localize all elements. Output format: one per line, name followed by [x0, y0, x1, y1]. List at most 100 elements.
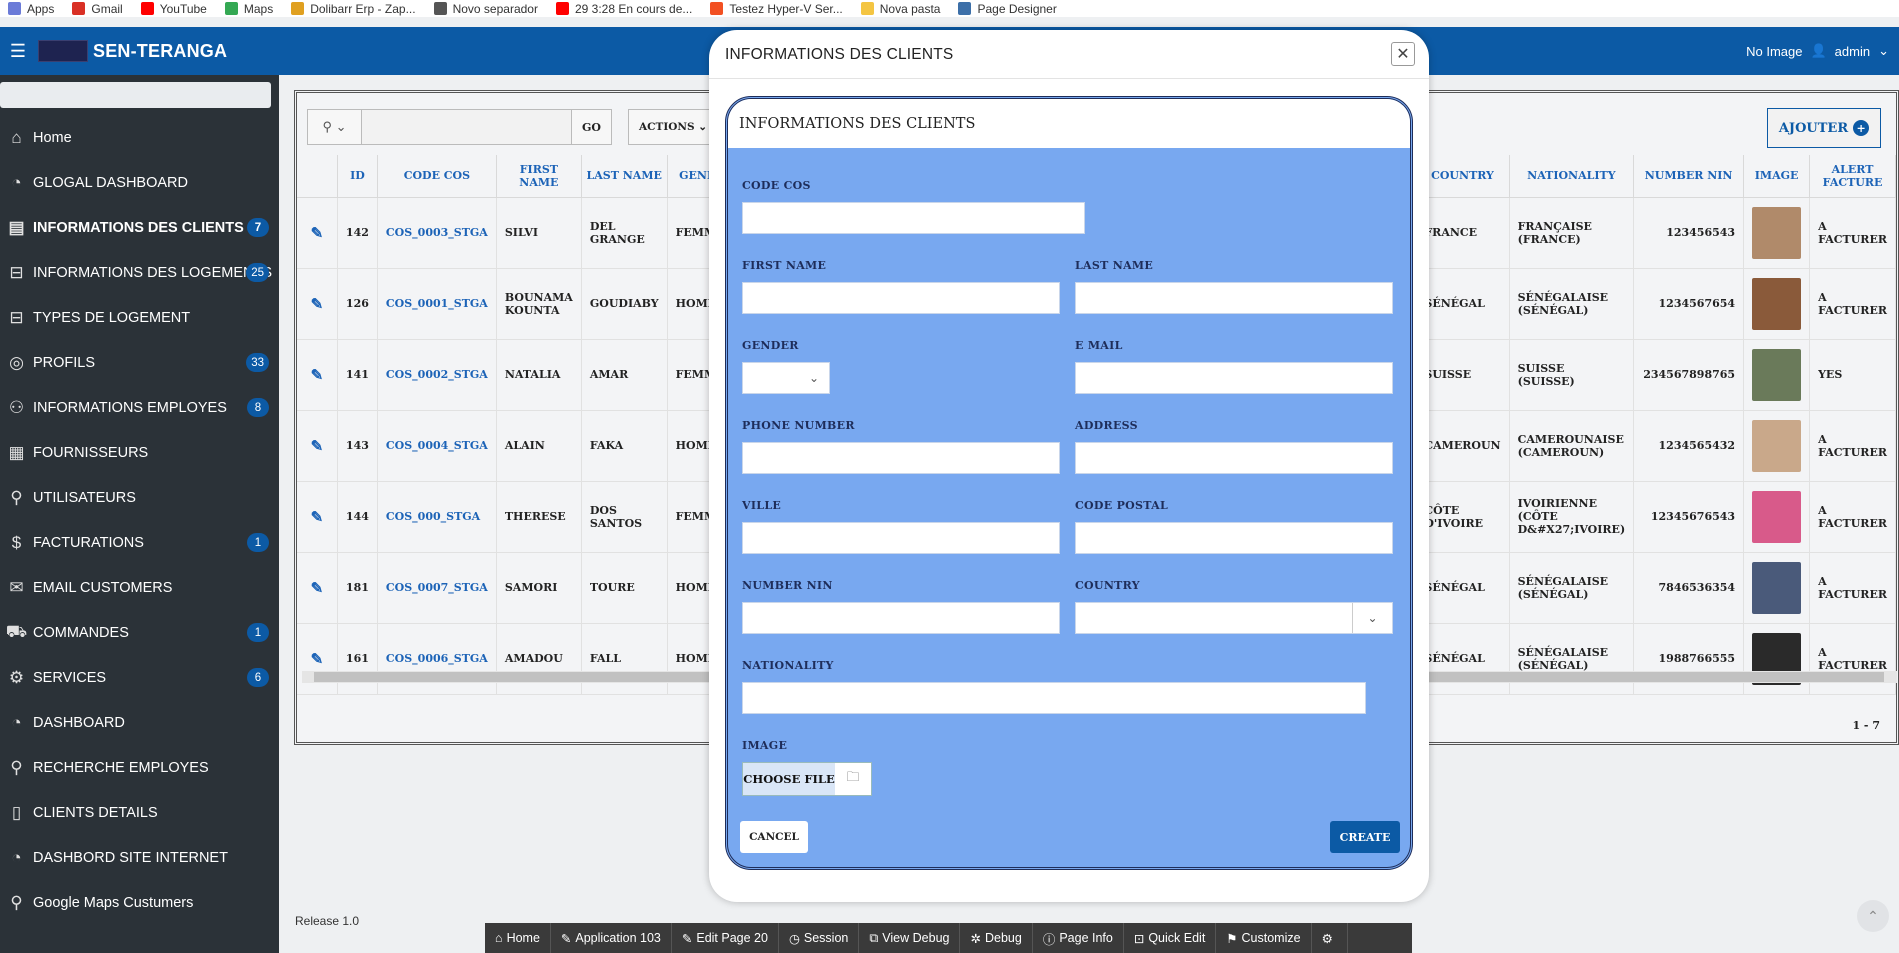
app-title[interactable]: SEN-TERANGA: [93, 41, 227, 62]
search-icon[interactable]: ⚲ ⌄: [307, 109, 362, 145]
sidebar-item-2[interactable]: ▤ INFORMATIONS DES CLIENTS 7: [0, 205, 279, 250]
devbar-item-3[interactable]: ◷ Session: [779, 923, 860, 953]
sidebar-search-input[interactable]: [0, 82, 271, 108]
last-name-input[interactable]: [1075, 282, 1393, 314]
nationality-input[interactable]: [742, 682, 1366, 714]
devbar-item-6[interactable]: ⓘ Page Info: [1033, 923, 1124, 953]
bookmark-0[interactable]: Apps: [8, 2, 54, 16]
cell-code-cos[interactable]: COS_0006_STGA: [377, 623, 497, 695]
cell-last-name: AMAR: [581, 339, 668, 411]
sidebar-item-3[interactable]: ⊟ INFORMATIONS DES LOGEMENTS 25: [0, 250, 279, 295]
cell-code-cos[interactable]: COS_0002_STGA: [377, 339, 497, 411]
close-icon[interactable]: ✕: [1391, 42, 1415, 66]
sidebar-item-9[interactable]: $ FACTURATIONS 1: [0, 520, 279, 565]
sidebar-item-0[interactable]: ⌂ Home: [0, 115, 279, 160]
bookmark-7[interactable]: Testez Hyper-V Ser...: [710, 2, 843, 16]
cell-image: [1743, 410, 1811, 482]
number-nin-input[interactable]: [742, 602, 1060, 634]
devbar-item-2[interactable]: ✎ Edit Page 20: [672, 923, 779, 953]
devbar-item-7[interactable]: ⊡ Quick Edit: [1124, 923, 1217, 953]
sidebar-item-8[interactable]: ⚲ UTILISATEURS: [0, 475, 279, 520]
email-input[interactable]: [1075, 362, 1393, 394]
cell-id: 161: [337, 623, 378, 695]
sidebar-item-17[interactable]: ⚲ Google Maps Custumers: [0, 880, 279, 925]
phone-input[interactable]: [742, 442, 1060, 474]
address-label: ADDRESS: [1075, 419, 1138, 432]
bookmark-5[interactable]: Novo separador: [433, 2, 538, 16]
sidebar-item-4[interactable]: ⊟ TYPES DE LOGEMENT: [0, 295, 279, 340]
edit-icon[interactable]: ✎: [297, 623, 338, 695]
edit-icon[interactable]: ✎: [297, 197, 338, 269]
bookmark-label: Maps: [243, 1, 274, 16]
add-button[interactable]: AJOUTER +: [1767, 108, 1881, 148]
sidebar-item-1[interactable]: ◔ GLOGAL DASHBOARD: [0, 160, 279, 205]
sidebar-item-7[interactable]: ▦ FOURNISSEURS: [0, 430, 279, 475]
hamburger-menu-icon[interactable]: ☰: [0, 27, 36, 75]
sidebar-item-10[interactable]: ✉ EMAIL CUSTOMERS: [0, 565, 279, 610]
cell-first-name: NATALIA: [496, 339, 582, 411]
supplier-icon: ▦: [8, 442, 25, 462]
sidebar-item-16[interactable]: ◔ DASHBORD SITE INTERNET: [0, 835, 279, 880]
code-cos-input[interactable]: [742, 202, 1085, 234]
edit-icon[interactable]: ✎: [297, 481, 338, 553]
cell-id: 141: [337, 339, 378, 411]
report-search-input[interactable]: [362, 109, 572, 145]
choose-file-button[interactable]: CHOOSE FILE 🗀: [742, 762, 872, 796]
go-button[interactable]: GO: [572, 109, 612, 145]
code-postal-input[interactable]: [1075, 522, 1393, 554]
devbar-item-4[interactable]: ⧉ View Debug: [859, 923, 961, 953]
bookmark-4[interactable]: Dolibarr Erp - Zap...: [291, 2, 416, 16]
first-name-input[interactable]: [742, 282, 1060, 314]
count-badge: 25: [246, 263, 269, 282]
sidebar-item-label: FACTURATIONS: [33, 534, 144, 551]
cell-alert-facture: A FACTURER: [1809, 410, 1896, 482]
chevron-down-icon[interactable]: ⌄: [1878, 43, 1889, 59]
edit-icon[interactable]: ✎: [297, 339, 338, 411]
bookmark-1[interactable]: Gmail: [72, 2, 123, 16]
cell-code-cos[interactable]: COS_000_STGA: [377, 481, 497, 553]
ville-input[interactable]: [742, 522, 1060, 554]
cell-code-cos[interactable]: COS_0001_STGA: [377, 268, 497, 340]
sidebar-item-5[interactable]: ◎ PROFILS 33: [0, 340, 279, 385]
edit-icon[interactable]: ✎: [297, 268, 338, 340]
cell-number-nin: 1988766555: [1633, 623, 1745, 695]
sidebar-item-label: DASHBOARD: [33, 714, 125, 731]
sidebar-item-6[interactable]: ⚇ INFORMATIONS EMPLOYES 8: [0, 385, 279, 430]
cancel-button[interactable]: CANCEL: [740, 821, 808, 853]
gender-select[interactable]: ⌄: [742, 362, 830, 394]
sidebar-item-14[interactable]: ⚲ RECHERCHE EMPLOYES: [0, 745, 279, 790]
column-header: NUMBER NIN: [1633, 155, 1745, 198]
cell-id: 181: [337, 552, 378, 624]
column-edit: [297, 155, 338, 198]
devbar-item-1[interactable]: ✎ Application 103: [551, 923, 672, 953]
cell-nationality: FRANÇAISE (FRANCE): [1509, 197, 1635, 269]
country-select[interactable]: ⌄: [1075, 602, 1393, 634]
sidebar-item-12[interactable]: ⚙ SERVICES 6: [0, 655, 279, 700]
devbar-item-9[interactable]: ⚙: [1312, 923, 1348, 953]
edit-icon[interactable]: ✎: [297, 552, 338, 624]
phone-label: PHONE NUMBER: [742, 419, 855, 432]
cell-number-nin: 1234565432: [1633, 410, 1745, 482]
create-button[interactable]: CREATE: [1330, 821, 1400, 853]
cell-code-cos[interactable]: COS_0007_STGA: [377, 552, 497, 624]
sidebar-item-13[interactable]: ◔ DASHBOARD: [0, 700, 279, 745]
sidebar-item-11[interactable]: ⛟ COMMANDES 1: [0, 610, 279, 655]
cell-code-cos[interactable]: COS_0003_STGA: [377, 197, 497, 269]
bookmark-2[interactable]: YouTube: [140, 2, 207, 16]
devbar-item-8[interactable]: ⚑ Customize: [1216, 923, 1312, 953]
bookmark-label: Apps: [27, 1, 55, 16]
bookmark-9[interactable]: Page Designer: [958, 2, 1057, 16]
address-input[interactable]: [1075, 442, 1393, 474]
count-badge: 1: [247, 623, 269, 642]
devbar-item-0[interactable]: ⌂ Home: [485, 923, 551, 953]
edit-icon[interactable]: ✎: [297, 410, 338, 482]
user-menu[interactable]: admin: [1835, 44, 1870, 59]
sidebar-item-15[interactable]: ▯ CLIENTS DETAILS: [0, 790, 279, 835]
scroll-top-icon[interactable]: ⌃: [1857, 900, 1889, 932]
bookmark-3[interactable]: Maps: [224, 1, 274, 16]
cell-code-cos[interactable]: COS_0004_STGA: [377, 410, 497, 482]
actions-menu[interactable]: ACTIONS ⌄: [628, 109, 719, 145]
bookmark-8[interactable]: Nova pasta: [860, 2, 940, 16]
devbar-item-5[interactable]: ✲ Debug: [960, 923, 1033, 953]
bookmark-6[interactable]: 29 3:28 En cours de...: [555, 2, 692, 16]
